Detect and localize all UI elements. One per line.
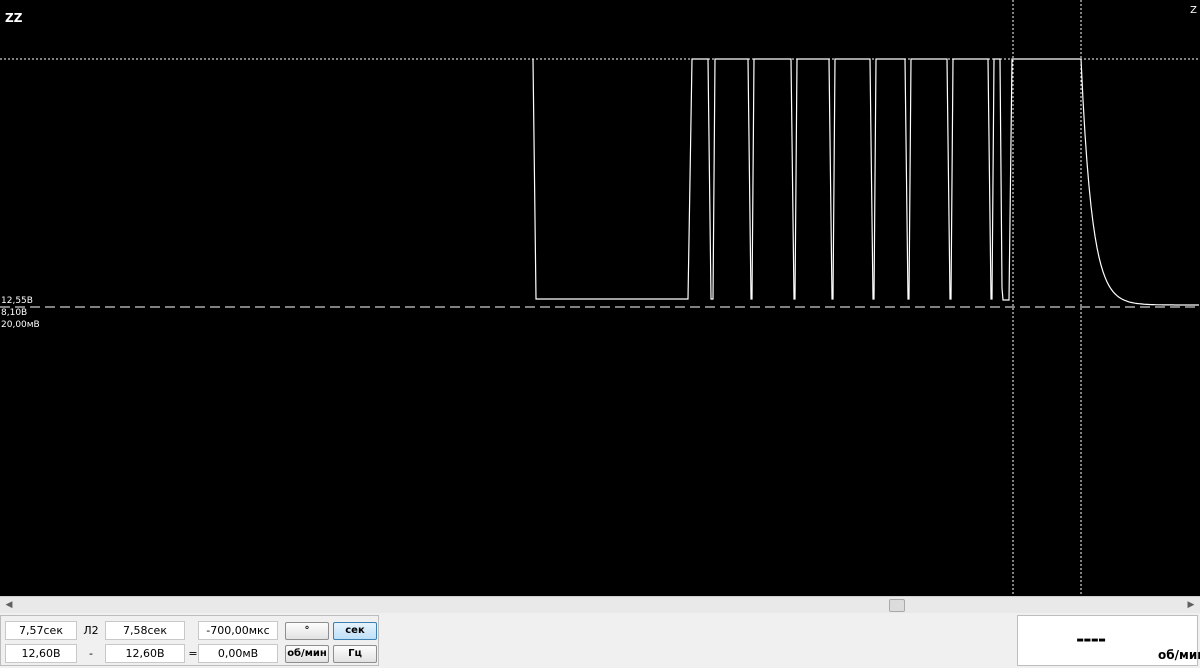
hz-button[interactable]: Гц	[333, 645, 377, 663]
l2-label: Л2	[83, 624, 99, 637]
rpm-value: ----	[1076, 627, 1106, 651]
cursor1-voltage: 12,60В	[5, 644, 77, 663]
offset-label: 8,10В	[1, 308, 28, 318]
degree-button[interactable]: °	[285, 622, 329, 640]
rpm-unit: об/мин	[1158, 648, 1200, 662]
corner-label: Z	[1190, 5, 1197, 16]
arrow-left-icon[interactable]: ◀	[2, 597, 16, 613]
minus-sign: -	[89, 647, 93, 660]
voltage-difference: 0,00мВ	[198, 644, 278, 663]
horizontal-scrollbar[interactable]: ◀ ▶	[0, 596, 1200, 613]
cursor-measurements: 7,57сек Л2 7,58сек -700,00мкс ° сек 12,6…	[0, 615, 379, 666]
scale-label: 20,00мВ	[1, 320, 40, 330]
time-difference: -700,00мкс	[198, 621, 278, 640]
rpm-display: ---- об/мин	[1017, 615, 1200, 666]
trace-pulses	[532, 58, 1081, 301]
channel-label: ZZ	[5, 11, 23, 25]
rpm-button[interactable]: об/мин	[285, 645, 329, 663]
signal-trace	[532, 58, 1199, 306]
arrow-right-icon[interactable]: ▶	[1184, 597, 1198, 613]
seconds-button[interactable]: сек	[333, 622, 377, 640]
cursor2-time: 7,58сек	[105, 621, 185, 640]
oscilloscope-display[interactable]: ZZ Z 12,55В 8,10В 20,00мВ	[0, 0, 1200, 596]
cursor1-time: 7,57сек	[5, 621, 77, 640]
waveform-canvas[interactable]	[0, 0, 1200, 596]
cursor2-voltage: 12,60В	[105, 644, 185, 663]
trace-level-label: 12,55В	[1, 296, 33, 306]
scrollbar-thumb[interactable]	[889, 599, 905, 612]
trace-decay	[1080, 58, 1199, 306]
measurement-panel: 7,57сек Л2 7,58сек -700,00мкс ° сек 12,6…	[0, 613, 1200, 668]
